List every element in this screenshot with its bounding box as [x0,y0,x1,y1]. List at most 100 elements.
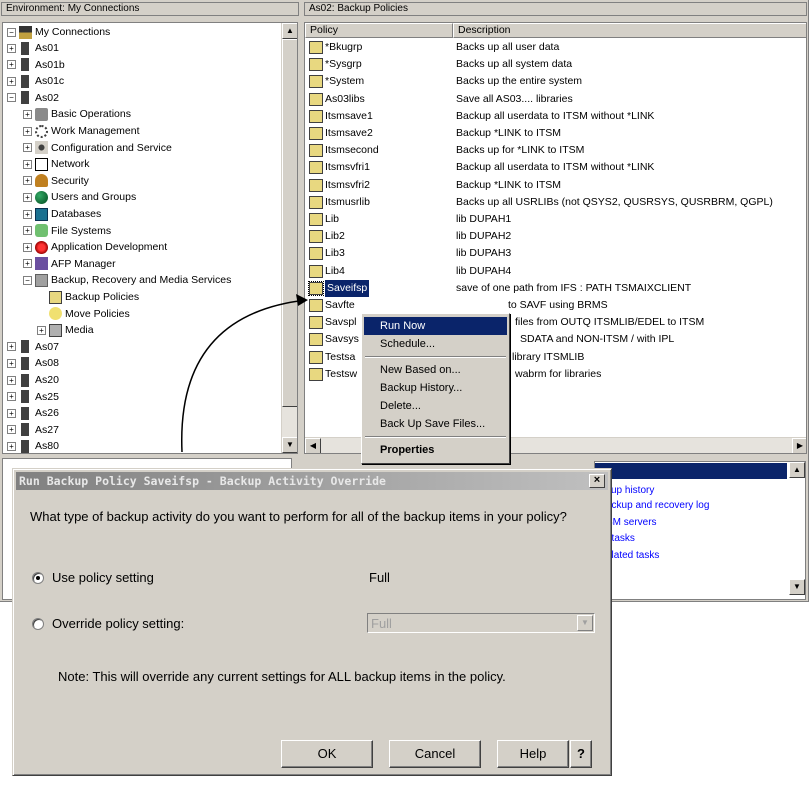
column-header-description[interactable]: Description [453,23,806,38]
task-link[interactable]: kup history [606,485,654,497]
navigation-tree[interactable]: − My Connections + As01 + As01b + As01c − As02 +… [2,22,298,454]
expand-icon[interactable]: + [7,392,16,402]
expand-icon[interactable]: + [23,109,32,119]
menu-new-based-on[interactable]: New Based on... [364,361,507,379]
expand-icon[interactable]: + [23,226,32,236]
task-scroll-up-icon[interactable]: ▲ [789,462,805,478]
collapse-icon[interactable]: − [7,93,16,103]
tree-item[interactable]: + As27 [7,422,59,438]
scroll-right-icon[interactable]: ▶ [792,438,806,453]
expand-icon[interactable]: + [7,441,16,451]
tree-item[interactable]: + Media [37,322,94,338]
task-link[interactable]: ackup and recovery log [606,500,709,512]
expand-icon[interactable]: + [23,159,32,169]
collapse-icon[interactable]: − [23,275,32,285]
list-item[interactable]: *System Backs up the entire system [305,73,806,90]
expand-icon[interactable]: + [37,325,46,335]
list-item[interactable]: Lib lib DUPAH1 [305,211,806,228]
list-item[interactable]: Itsmsvfri2 Backup *LINK to ITSM [305,177,806,194]
tree-item[interactable]: + File Systems [23,223,111,239]
tree-item[interactable]: + Application Development [23,239,167,255]
expand-icon[interactable]: + [7,358,16,368]
expand-icon[interactable]: + [7,408,16,418]
tree-item[interactable]: + Databases [23,206,101,222]
expand-icon[interactable]: + [23,143,32,153]
tree-item[interactable]: + AFP Manager [23,256,116,272]
scroll-left-icon[interactable]: ◀ [305,438,321,453]
tree-item[interactable]: Move Policies [37,306,130,322]
task-link[interactable]: elated tasks [606,550,659,562]
list-item[interactable]: Itsmusrlib Backs up all USRLIBs (not QSYS… [305,194,806,211]
list-item[interactable]: *Sysgrp Backs up all system data [305,56,806,73]
scroll-up-icon[interactable]: ▲ [282,23,297,39]
expand-icon[interactable]: + [23,126,32,136]
list-item[interactable]: Lib3 lib DUPAH3 [305,245,806,262]
tree-item[interactable]: + As01b [7,57,65,73]
tree-scroll-thumb[interactable] [282,39,297,407]
help-button[interactable]: Help [497,740,569,768]
tree-item[interactable]: + As20 [7,372,59,388]
list-item[interactable]: Itsmsvfri1 Backup all userdata to ITSM wi… [305,159,806,176]
expand-icon[interactable]: + [23,242,32,252]
menu-backup-history[interactable]: Backup History... [364,379,507,397]
tree-item[interactable]: + As01 [7,40,59,56]
tree-root[interactable]: − My Connections [7,24,110,40]
override-policy-radio[interactable] [32,618,44,630]
list-item[interactable]: *Bkugrp Backs up all user data [305,39,806,56]
tree-item[interactable]: + As26 [7,405,59,421]
expand-icon[interactable]: + [23,176,32,186]
policy-description: Backs up all system data [456,58,573,71]
expand-icon[interactable]: + [23,192,32,202]
expand-icon[interactable]: + [7,43,16,53]
list-item[interactable]: Lib4 lib DUPAH4 [305,263,806,280]
menu-back-up-save-files[interactable]: Back Up Save Files... [364,415,507,433]
list-item[interactable]: Itsmsave2 Backup *LINK to ITSM [305,125,806,142]
scroll-down-icon[interactable]: ▼ [282,437,297,453]
list-item[interactable]: Itsmsecond Backs up for *LINK to ITSM [305,142,806,159]
cancel-button[interactable]: Cancel [389,740,481,768]
tree-item[interactable]: + Security [23,173,89,189]
collapse-icon[interactable]: − [7,27,16,37]
menu-schedule[interactable]: Schedule... [364,335,507,353]
list-item[interactable]: As03libs Save all AS03.... libraries [305,91,806,108]
use-policy-radio[interactable] [32,572,44,584]
expand-icon[interactable]: + [7,60,16,70]
use-policy-label[interactable]: Use policy setting [52,569,154,587]
menu-properties[interactable]: Properties [364,441,507,459]
expand-icon[interactable]: + [7,425,16,435]
tree-item[interactable]: + Configuration and Service [23,140,172,156]
tree-vertical-scrollbar[interactable]: ▲ ▼ [281,23,297,453]
tree-item[interactable]: + As01c [7,73,64,89]
tree-item[interactable]: Backup Policies [37,289,139,305]
tree-item[interactable]: − As02 [7,90,59,106]
tree-item[interactable]: − Backup, Recovery and Media Services [23,272,231,288]
task-scroll-down-icon[interactable]: ▼ [789,579,805,595]
tree-item[interactable]: + As25 [7,389,59,405]
ok-button[interactable]: OK [281,740,373,768]
whats-this-button[interactable]: ? [570,740,592,768]
tree-item[interactable]: + As80 [7,438,59,453]
task-link[interactable]: SM servers [606,517,657,529]
override-policy-label[interactable]: Override policy setting: [52,615,184,633]
tree-item[interactable]: + Users and Groups [23,189,136,205]
close-icon[interactable]: × [589,474,605,488]
list-item[interactable]: Savfte to SAVF using BRMS [305,297,806,314]
tree-item[interactable]: + Basic Operations [23,106,131,122]
list-item[interactable]: Lib2 lib DUPAH2 [305,228,806,245]
expand-icon[interactable]: + [23,209,32,219]
chevron-down-icon[interactable]: ▼ [577,615,593,631]
expand-icon[interactable]: + [23,259,32,269]
expand-icon[interactable]: + [7,342,16,352]
list-item[interactable]: Itsmsave1 Backup all userdata to ITSM wit… [305,108,806,125]
menu-run-now[interactable]: Run Now [364,317,507,335]
override-setting-select[interactable]: Full ▼ [367,613,595,633]
tree-item[interactable]: + As08 [7,355,59,371]
tree-item[interactable]: + As07 [7,339,59,355]
expand-icon[interactable]: + [7,76,16,86]
menu-delete[interactable]: Delete... [364,397,507,415]
expand-icon[interactable]: + [7,375,16,385]
list-item[interactable]: Saveifsp save of one path from IFS : PATH… [305,279,806,297]
tree-item[interactable]: + Work Management [23,123,140,139]
column-header-policy[interactable]: Policy [305,23,453,38]
tree-item[interactable]: + Network [23,156,90,172]
